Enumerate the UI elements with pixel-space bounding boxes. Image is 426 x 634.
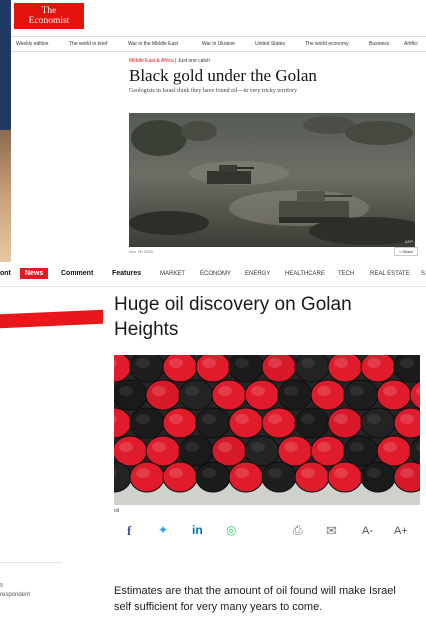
nav-market[interactable]: MARKET [160, 271, 185, 277]
barrels-graphic [114, 355, 420, 505]
barrel-highlight [169, 414, 183, 424]
economist-headline: Black gold under the Golan [129, 66, 317, 85]
economist-share-button[interactable]: < Share [394, 247, 418, 256]
barrel-highlight [268, 414, 282, 424]
barrel [114, 435, 148, 467]
font-smaller-button[interactable]: A- [362, 525, 373, 537]
nav-more-fragment[interactable]: S [421, 271, 425, 277]
photo-caption: oil [114, 508, 120, 514]
economist-kicker: Middle East & Africa | Just one catch [129, 58, 210, 64]
nav-artificial-fragment[interactable]: Artifici [404, 41, 418, 47]
article-body: Estimates are that the amount of oil fou… [114, 585, 396, 613]
font-larger-button[interactable]: A+ [394, 525, 408, 537]
facebook-icon[interactable]: f [127, 523, 131, 539]
nav-prev-fragment[interactable]: ont [0, 270, 11, 277]
barrel-highlight [268, 358, 282, 368]
barrel-highlight [202, 358, 216, 368]
barrel-highlight [334, 468, 348, 478]
sidebar-byline-fragment: respondent [0, 592, 31, 598]
barrel-highlight [301, 414, 315, 424]
economist-nav-bar: Weekly edition The world in brief War in… [11, 36, 426, 52]
barrel-highlight [383, 386, 397, 396]
barrel-highlight [235, 414, 249, 424]
barrel-highlight [367, 358, 381, 368]
economist-date: Nov 7th 2015 [129, 249, 153, 254]
barrel [114, 379, 148, 411]
economist-subheadline: Geologists in Israel think they have fou… [129, 88, 297, 94]
barrel-highlight [367, 468, 381, 478]
sidebar-date-fragment: 9 [0, 583, 3, 589]
barrel-highlight [400, 358, 414, 368]
barrel-highlight [202, 414, 216, 424]
barrel-highlight [350, 386, 364, 396]
sidebar-divider [0, 562, 62, 563]
barrel-highlight [169, 468, 183, 478]
site-nav-bar: ont News Comment Features MARKET ECONOMY… [0, 266, 426, 287]
oil-barrels-photo [114, 355, 420, 505]
nav-war-ukraine[interactable]: War in Ukraine [202, 41, 235, 47]
economist-logo-line1: The [41, 6, 57, 16]
nav-energy[interactable]: ENERGY [245, 271, 270, 277]
whatsapp-icon[interactable]: ◎ [226, 523, 236, 537]
economist-article-panel: The Economist Weekly edition The world i… [11, 0, 426, 262]
nav-tech[interactable]: TECH [338, 271, 354, 277]
nav-real-estate[interactable]: REAL ESTATE [370, 271, 410, 277]
barrel-highlight [152, 442, 166, 452]
nav-economy[interactable]: ECONOMY [200, 271, 231, 277]
nav-business[interactable]: Business [369, 41, 389, 47]
barrel-highlight [152, 386, 166, 396]
barrel-highlight [218, 386, 232, 396]
nav-comment[interactable]: Comment [61, 270, 93, 277]
nav-war-middle-east[interactable]: War in the Middle East [128, 41, 178, 47]
article-title: Huge oil discovery on Golan Heights [114, 294, 352, 340]
nav-world-economy[interactable]: The world economy [305, 41, 349, 47]
barrel-highlight [218, 442, 232, 452]
barrel-highlight [268, 468, 282, 478]
barrel-highlight [235, 468, 249, 478]
red-highlight-bar [0, 309, 103, 329]
barrel-highlight [136, 414, 150, 424]
nav-united-states[interactable]: United States [255, 41, 285, 47]
barrel-highlight [284, 386, 298, 396]
barrel-highlight [251, 442, 265, 452]
barrel-highlight [350, 442, 364, 452]
barrel-highlight [202, 468, 216, 478]
barrel-highlight [235, 358, 249, 368]
barrel-highlight [317, 442, 331, 452]
barrel-highlight [119, 442, 133, 452]
barrel-highlight [185, 442, 199, 452]
barrel-highlight [400, 414, 414, 424]
barrel-highlight [367, 414, 381, 424]
barrel-highlight [400, 468, 414, 478]
nav-news[interactable]: News [20, 268, 49, 279]
barrel-highlight [284, 442, 298, 452]
print-icon[interactable]: ⎙ [293, 523, 303, 538]
barrel-highlight [383, 442, 397, 452]
twitter-icon[interactable]: ✦ [158, 523, 168, 537]
barrel-highlight [136, 358, 150, 368]
barrel-highlight [136, 468, 150, 478]
economist-logo[interactable]: The Economist [14, 3, 84, 29]
barrel-highlight [334, 358, 348, 368]
barrel-highlight [119, 386, 133, 396]
kicker-section[interactable]: Middle East & Africa [129, 58, 174, 64]
nav-healthcare[interactable]: HEALTHCARE [285, 271, 325, 277]
nav-world-in-brief[interactable]: The world in brief [69, 41, 107, 47]
economist-logo-line2: Economist [28, 16, 70, 26]
barrel-highlight [301, 468, 315, 478]
barrel-highlight [334, 414, 348, 424]
barrel-highlight [317, 386, 331, 396]
barrel-highlight [169, 358, 183, 368]
barrel-highlight [185, 386, 199, 396]
linkedin-icon[interactable]: in [192, 523, 203, 537]
nav-features[interactable]: Features [112, 270, 141, 277]
barrel-highlight [301, 358, 315, 368]
tanks-photo-graphic: AFP [129, 113, 415, 247]
mail-icon[interactable]: ✉ [326, 523, 337, 539]
economist-tanks-photo: AFP [129, 113, 415, 247]
photo-credit: AFP [405, 239, 413, 244]
kicker-rubric: | Just one catch [173, 58, 211, 64]
barrel-highlight [251, 386, 265, 396]
nav-weekly-edition[interactable]: Weekly edition [16, 41, 48, 47]
